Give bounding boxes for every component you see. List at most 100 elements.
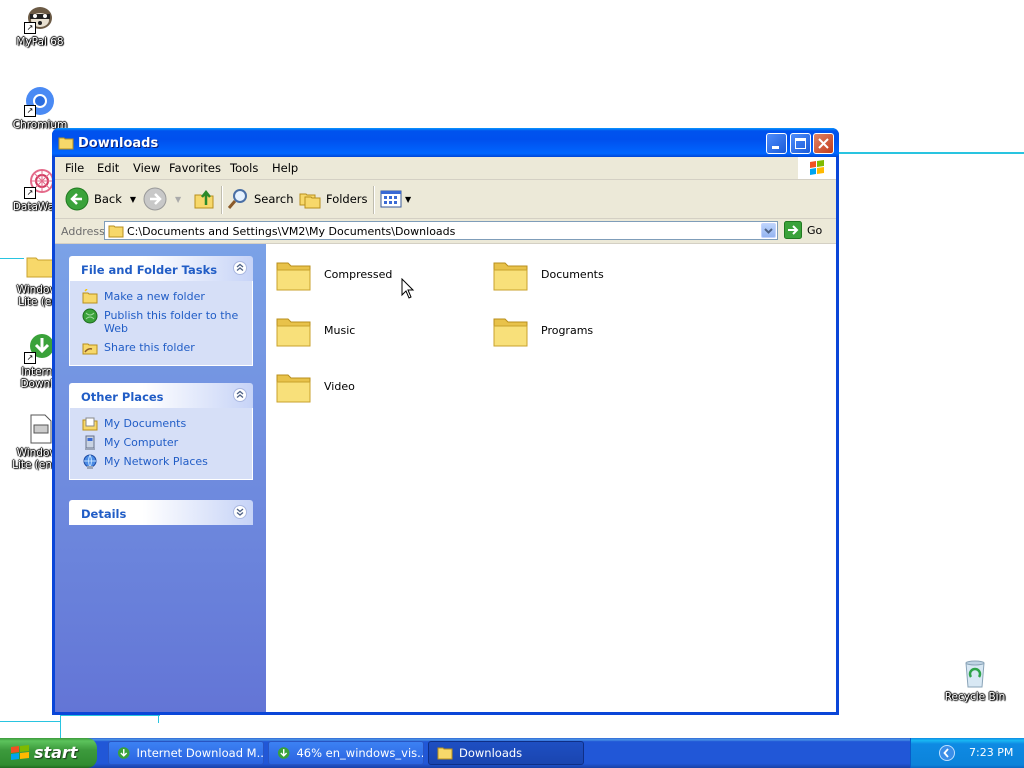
- address-bar: Address C:\Documents and Settings\VM2\My…: [55, 219, 836, 244]
- folder-icon: [58, 136, 74, 153]
- chevron-down-icon[interactable]: ▼: [130, 195, 136, 204]
- desktop-icon-label: MyPal 68: [16, 36, 64, 48]
- search-icon: [227, 189, 247, 209]
- file-tasks-header[interactable]: File and Folder Tasks: [69, 256, 253, 281]
- show-hidden-icons-button[interactable]: [939, 745, 955, 761]
- menu-file[interactable]: File: [65, 161, 84, 175]
- windows-logo-icon: [11, 745, 29, 760]
- menu-tools[interactable]: Tools: [230, 161, 258, 175]
- other-places-panel: Other Places My Documents My Computer My…: [69, 383, 253, 480]
- file-list: Compressed Documents Music Programs Vide…: [266, 244, 836, 712]
- taskbar-button-idm[interactable]: Internet Download M...: [108, 741, 264, 765]
- toolbar-separator: [373, 186, 375, 214]
- folder-item[interactable]: Documents: [491, 254, 604, 294]
- address-dropdown-button[interactable]: [761, 223, 776, 238]
- minimize-button[interactable]: [766, 133, 787, 154]
- window-client: File Edit View Favorites Tools Help Back…: [55, 157, 836, 712]
- search-button[interactable]: Search: [226, 186, 294, 212]
- go-arrow-icon: [784, 221, 802, 239]
- idm-icon: [277, 747, 290, 759]
- desktop-icon-label: Recycle Bin: [944, 691, 1006, 703]
- desktop-icon-recycle-bin[interactable]: Recycle Bin: [935, 657, 1015, 703]
- folder-icon: [437, 747, 453, 760]
- windows-logo-icon: [798, 157, 836, 179]
- mouse-cursor-icon: [401, 278, 415, 299]
- address-label: Address: [61, 225, 105, 238]
- go-button[interactable]: Go: [784, 221, 822, 239]
- chevron-down-icon[interactable]: ▼: [405, 195, 411, 204]
- toolbar: Back ▼ ▼ Search Folders ▼: [55, 180, 836, 219]
- folder-name: Video: [324, 379, 355, 393]
- my-computer-link[interactable]: My Computer: [70, 433, 252, 452]
- back-button[interactable]: Back ▼: [65, 186, 136, 212]
- my-network-places-link[interactable]: My Network Places: [70, 452, 252, 471]
- folders-icon: [299, 193, 321, 209]
- menu-view[interactable]: View: [133, 161, 160, 175]
- desktop-line: [60, 715, 61, 738]
- menu-favorites[interactable]: Favorites: [169, 161, 221, 175]
- chevron-up-icon[interactable]: [233, 261, 247, 275]
- make-new-folder-link[interactable]: Make a new folder: [70, 287, 252, 306]
- folder-item[interactable]: Video: [274, 366, 355, 406]
- folder-item[interactable]: Compressed: [274, 254, 392, 294]
- publish-folder-link[interactable]: Publish this folder to the Web: [70, 306, 252, 338]
- recycle-bin-icon: [959, 657, 991, 689]
- folder-name: Music: [324, 323, 356, 337]
- menu-help[interactable]: Help: [272, 161, 298, 175]
- file-tasks-list: Make a new folder Publish this folder to…: [69, 281, 253, 366]
- chevron-down-icon: [764, 228, 773, 234]
- folder-name: Compressed: [324, 267, 393, 281]
- share-folder-link[interactable]: Share this folder: [70, 338, 252, 357]
- taskbar: start Internet Download M... 46% en_wind…: [0, 738, 1024, 768]
- my-documents-link[interactable]: My Documents: [70, 414, 252, 433]
- back-arrow-icon: [65, 187, 89, 211]
- up-folder-icon: [194, 189, 214, 209]
- desktop-line: [0, 721, 60, 722]
- explorer-window: Downloads File Edit View Favorites Tools…: [52, 128, 839, 715]
- folder-item[interactable]: Music: [274, 310, 355, 350]
- raccoon-icon: ↗: [24, 2, 56, 34]
- maximize-button[interactable]: [790, 133, 811, 154]
- forward-button[interactable]: ▼: [143, 186, 181, 212]
- explorer-body: File and Folder Tasks Make a new folder: [55, 244, 836, 712]
- taskbar-button-download[interactable]: 46% en_windows_vis...: [268, 741, 424, 765]
- chromium-icon: ↗: [24, 85, 56, 117]
- desktop-icon-chromium[interactable]: ↗ Chromium: [0, 85, 80, 131]
- folder-icon: [276, 262, 311, 291]
- start-button[interactable]: start: [0, 738, 97, 768]
- other-places-header[interactable]: Other Places: [69, 383, 253, 408]
- clock: 7:23 PM: [969, 746, 1014, 759]
- idm-icon: [117, 747, 130, 759]
- folder-icon: [493, 262, 528, 291]
- other-places-list: My Documents My Computer My Network Plac…: [69, 408, 253, 480]
- chevron-down-icon[interactable]: [233, 505, 247, 519]
- taskbar-button-downloads[interactable]: Downloads: [428, 741, 584, 765]
- desktop-icon-mypal[interactable]: ↗ MyPal 68: [0, 2, 80, 48]
- folders-button[interactable]: Folders: [298, 186, 368, 212]
- folder-icon: [493, 318, 528, 347]
- details-header[interactable]: Details: [69, 500, 253, 525]
- taskbar-button-label: Internet Download M...: [136, 746, 263, 760]
- network-icon: [83, 454, 97, 469]
- share-folder-icon: [82, 343, 98, 355]
- address-value: C:\Documents and Settings\VM2\My Documen…: [127, 225, 456, 238]
- desktop-line: [839, 152, 1024, 154]
- folder-item[interactable]: Programs: [491, 310, 593, 350]
- other-places-title: Other Places: [81, 390, 164, 404]
- chevron-up-icon[interactable]: [233, 388, 247, 402]
- menu-edit[interactable]: Edit: [97, 161, 119, 175]
- folder-name: Documents: [541, 267, 604, 281]
- up-folder-button[interactable]: [192, 186, 216, 212]
- taskbar-button-label: Downloads: [459, 746, 523, 760]
- address-input[interactable]: C:\Documents and Settings\VM2\My Documen…: [104, 221, 778, 240]
- computer-icon: [85, 435, 95, 450]
- folder-icon: [276, 318, 311, 347]
- folder-icon: [108, 225, 124, 238]
- taskbar-button-label: 46% en_windows_vis...: [296, 746, 423, 760]
- title-bar[interactable]: Downloads: [52, 128, 839, 157]
- chevron-left-icon: [943, 748, 949, 758]
- system-tray: 7:23 PM: [910, 738, 1024, 768]
- views-button[interactable]: ▼: [379, 186, 411, 212]
- chevron-down-icon[interactable]: ▼: [175, 195, 181, 204]
- close-button[interactable]: [813, 133, 834, 154]
